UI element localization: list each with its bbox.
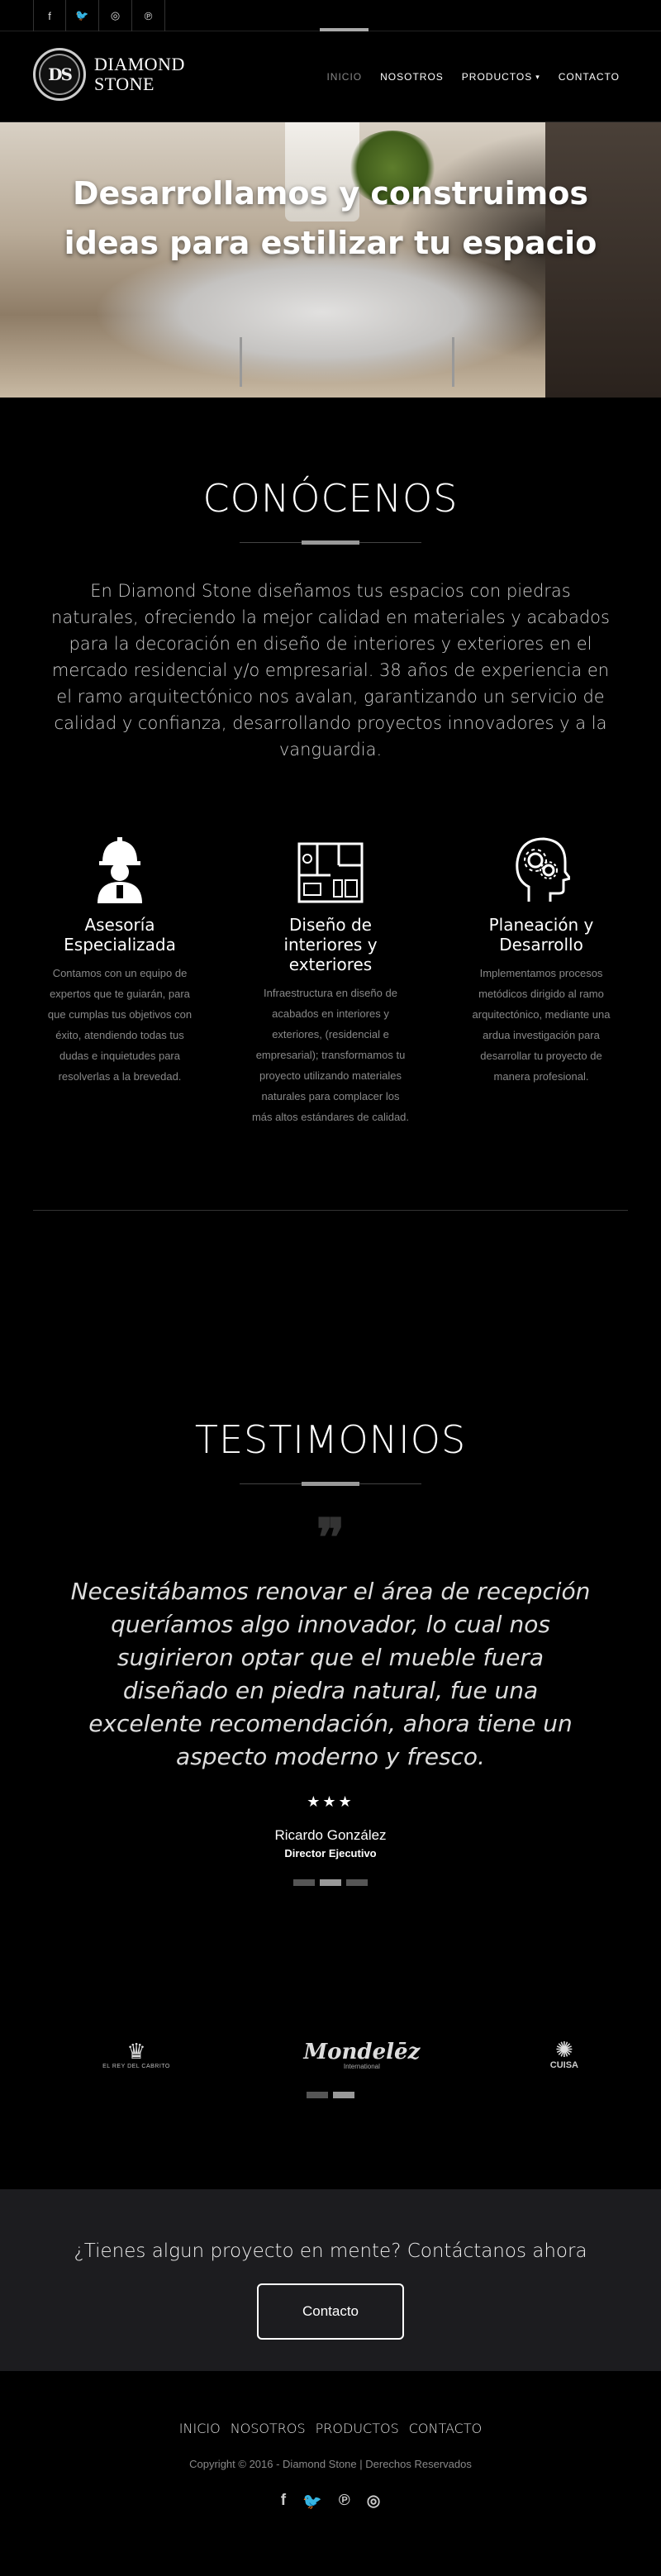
feature-planeacion: Planeación y Desarrollo Implementamos pr… (454, 829, 628, 1127)
about-lead: En Diamond Stone diseñamos tus espacios … (51, 581, 610, 759)
title-divider (240, 1482, 421, 1486)
facebook-icon[interactable]: f (281, 2492, 286, 2512)
rating-stars-icon: ★★★ (307, 1793, 354, 1810)
feature-text: Implementamos procesos metódicos dirigid… (472, 967, 611, 1083)
feature-text: Infraestructura en diseño de acabados en… (251, 987, 410, 1123)
about-title: CONÓCENOS (202, 476, 459, 521)
cuisa-logo-icon: ✺ CUISA (549, 2037, 578, 2070)
testimonial-pagination (0, 1879, 661, 1886)
feature-asesoria: Asesoría Especializada Contamos con un e… (33, 829, 207, 1127)
main-nav: INICIO NOSOTROS PRODUCTOS ▾ CONTACTO (308, 28, 620, 122)
instagram-icon[interactable]: ◎ (367, 2492, 381, 2512)
slide-dot[interactable] (346, 1879, 368, 1886)
copyright: Copyright © 2016 - Diamond Stone | Derec… (189, 2458, 472, 2470)
slide-dot[interactable] (320, 1879, 341, 1886)
site-footer: INICIO NOSOTROS PRODUCTOS CONTACTO Copyr… (0, 2371, 661, 2576)
pinterest-icon[interactable]: ℗ (339, 2492, 350, 2512)
clients-carousel: ♛ EL REY DEL CABRITO Mondelēz Internatio… (99, 2039, 578, 2070)
monogram-seal-icon: DS (33, 48, 86, 101)
nav-item-nosotros[interactable]: NOSOTROS (380, 31, 444, 122)
slide-dot[interactable] (333, 2092, 354, 2098)
nav-item-productos[interactable]: PRODUCTOS ▾ (462, 31, 540, 122)
footer-socials: f 🐦 ℗ ◎ (0, 2492, 661, 2512)
twitter-icon[interactable]: 🐦 (66, 0, 99, 31)
feature-text: Contamos con un equipo de expertos que t… (47, 967, 193, 1083)
footer-nav: INICIO NOSOTROS PRODUCTOS CONTACTO (0, 2421, 661, 2436)
nav-item-contacto[interactable]: CONTACTO (559, 31, 620, 122)
chevron-down-icon: ▾ (535, 72, 540, 81)
testimonials-title: TESTIMONIOS (194, 1417, 467, 1462)
brand-logo[interactable]: DS DIAMOND STONE (33, 48, 185, 101)
twitter-icon[interactable]: 🐦 (302, 2492, 322, 2512)
contact-button[interactable]: Contacto (257, 2283, 404, 2340)
floor-plan-icon (244, 829, 417, 903)
footer-link-contacto[interactable]: CONTACTO (409, 2421, 482, 2436)
brand-name: DIAMOND STONE (94, 54, 185, 94)
slide-dot[interactable] (307, 2092, 328, 2098)
testimonial-quote: Necesitábamos renovar el área de recepci… (70, 1578, 591, 1770)
about-section: CONÓCENOS En Diamond Stone diseñamos tus… (0, 398, 661, 1211)
facebook-icon[interactable]: f (33, 0, 66, 31)
hero-banner: Desarrollamos y construimos ideas para e… (0, 122, 661, 398)
pinterest-icon[interactable]: ℗ (132, 0, 165, 31)
testimonial-author: Ricardo González (274, 1827, 387, 1843)
top-social-bar: f 🐦 ◎ ℗ (0, 0, 661, 31)
head-gears-icon (454, 829, 628, 903)
slide-dot[interactable] (293, 1879, 315, 1886)
hero-title: Desarrollamos y construimos ideas para e… (64, 175, 597, 261)
footer-link-nosotros[interactable]: NOSOTROS (231, 2421, 306, 2436)
title-divider (240, 540, 421, 545)
instagram-icon[interactable]: ◎ (99, 0, 132, 31)
hero-table-legs (240, 337, 454, 387)
features-list: Asesoría Especializada Contamos con un e… (33, 829, 628, 1127)
testimonial-role: Director Ejecutivo (284, 1847, 377, 1859)
quote-icon: ❞ (316, 1507, 345, 1569)
testimonials-section: TESTIMONIOS ❞ Necesitábamos renovar el á… (0, 1211, 661, 2098)
footer-link-inicio[interactable]: INICIO (179, 2421, 221, 2436)
worker-helmet-icon (33, 829, 207, 903)
feature-title: Planeación y Desarrollo (488, 915, 594, 955)
site-header: DS DIAMOND STONE INICIO NOSOTROS PRODUCT… (0, 28, 661, 122)
mondelez-logo-icon: Mondelēz International (303, 2039, 421, 2070)
feature-title: Asesoría Especializada (64, 915, 176, 955)
crown-logo-icon: ♛ EL REY DEL CABRITO (102, 2038, 170, 2069)
feature-diseno: Diseño de interiores y exteriores Infrae… (244, 829, 417, 1127)
feature-title: Diseño de interiores y exteriores (283, 915, 378, 974)
contact-cta: ¿Tienes algun proyecto en mente? Contáct… (0, 2189, 661, 2371)
footer-link-productos[interactable]: PRODUCTOS (316, 2421, 399, 2436)
clients-pagination (0, 2092, 661, 2098)
cta-text: ¿Tienes algun proyecto en mente? Contáct… (74, 2240, 587, 2262)
nav-item-inicio[interactable]: INICIO (320, 28, 369, 122)
